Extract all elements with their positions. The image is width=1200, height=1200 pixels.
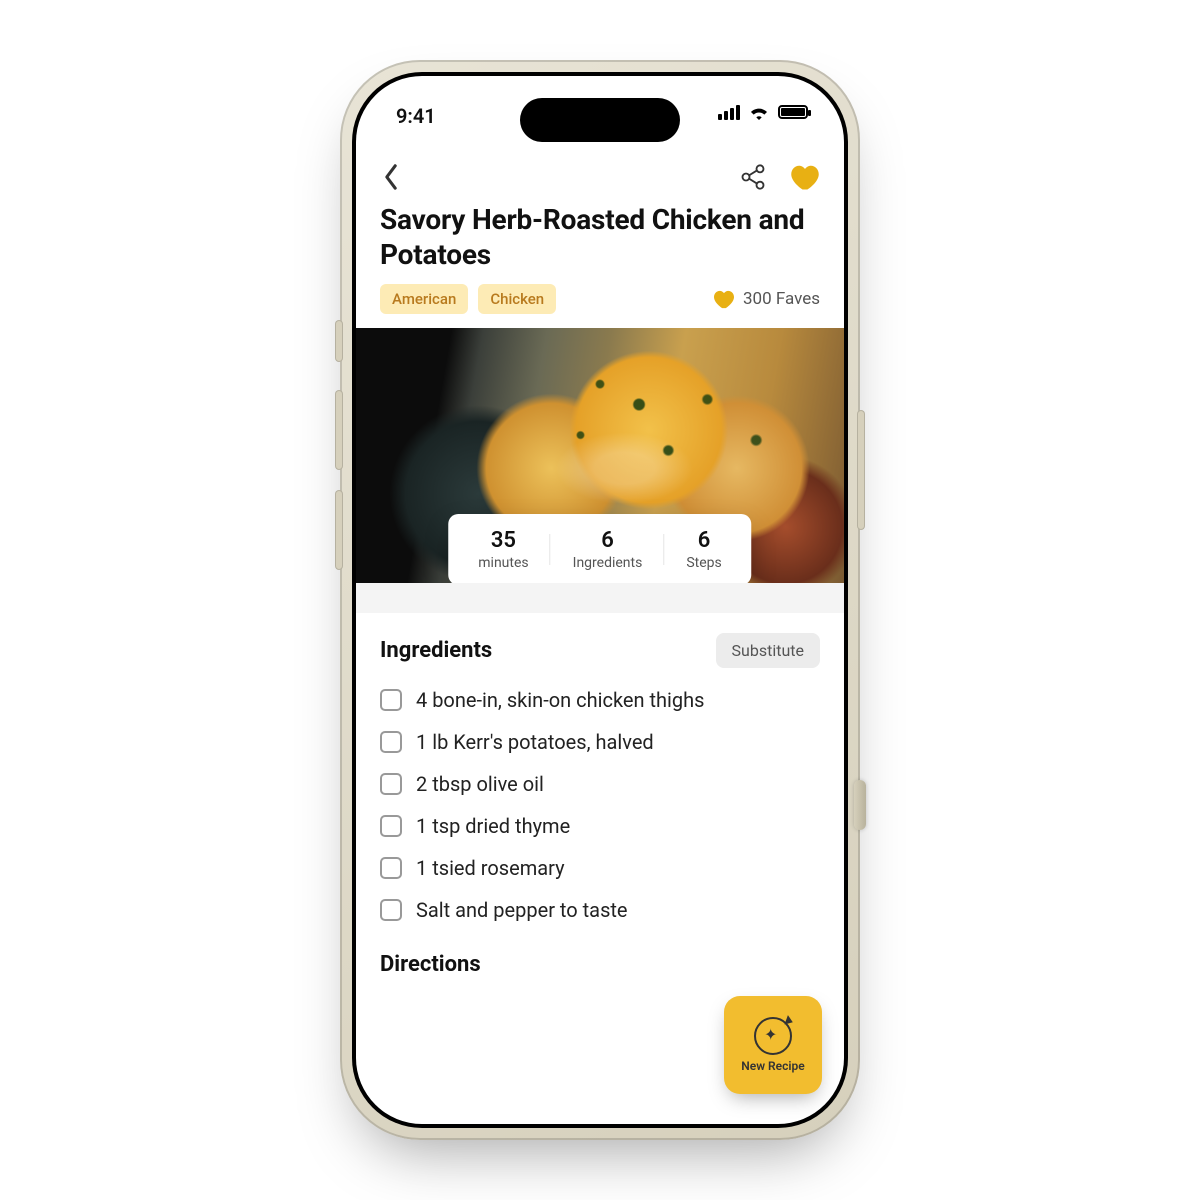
top-bar [356, 148, 844, 202]
tag-cuisine[interactable]: American [380, 284, 468, 314]
refresh-sparkle-icon: ✦ [754, 1017, 792, 1055]
phone-power-button [857, 410, 865, 530]
phone-side-bump [854, 780, 866, 830]
ingredient-item[interactable]: 1 tsp dried thyme [380, 814, 820, 838]
stat-minutes-value: 35 [491, 528, 516, 553]
faves-count: 300 Faves [713, 289, 820, 309]
heart-small-icon [713, 289, 735, 309]
faves-label: 300 Faves [743, 289, 820, 309]
share-icon [739, 163, 767, 191]
ingredient-text: 1 lb Kerr's potatoes, halved [416, 730, 654, 754]
ingredient-item[interactable]: 1 lb Kerr's potatoes, halved [380, 730, 820, 754]
checkbox-icon[interactable] [380, 689, 402, 711]
checkbox-icon[interactable] [380, 815, 402, 837]
checkbox-icon[interactable] [380, 899, 402, 921]
checkbox-icon[interactable] [380, 857, 402, 879]
phone-mute-switch [335, 320, 343, 362]
phone-volume-down [335, 490, 343, 570]
recipe-title: Savory Herb-Roasted Chicken and Potatoes [356, 202, 844, 284]
hero-spacer [356, 583, 844, 613]
share-button[interactable] [738, 162, 768, 192]
tag-protein[interactable]: Chicken [478, 284, 556, 314]
ingredient-text: 4 bone-in, skin-on chicken thighs [416, 688, 705, 712]
ingredient-text: 2 tbsp olive oil [416, 772, 544, 796]
status-time: 9:41 [396, 104, 436, 128]
checkbox-icon[interactable] [380, 731, 402, 753]
stat-ingredients-value: 6 [601, 528, 614, 553]
back-button[interactable] [376, 162, 406, 192]
fab-label: New Recipe [741, 1059, 804, 1073]
heart-filled-icon [790, 163, 820, 191]
ingredients-title: Ingredients [380, 638, 492, 663]
battery-icon [778, 105, 808, 119]
ingredient-item[interactable]: 4 bone-in, skin-on chicken thighs [380, 688, 820, 712]
ingredient-item[interactable]: 2 tbsp olive oil [380, 772, 820, 796]
stat-minutes: 35 minutes [456, 526, 550, 573]
cellular-icon [718, 105, 740, 120]
checkbox-icon[interactable] [380, 773, 402, 795]
chevron-left-icon [382, 163, 400, 191]
substitute-button[interactable]: Substitute [716, 633, 820, 668]
dynamic-island [520, 98, 680, 142]
top-actions [738, 162, 820, 192]
directions-title: Directions [356, 926, 844, 977]
ingredient-item[interactable]: 1 tsied rosemary [380, 856, 820, 880]
status-right [718, 104, 808, 120]
wifi-icon [748, 104, 770, 120]
stage: 9:41 [0, 0, 1200, 1200]
phone-volume-up [335, 390, 343, 470]
stat-ingredients: 6 Ingredients [551, 526, 665, 573]
ingredients-header: Ingredients Substitute [380, 633, 820, 668]
stat-steps: 6 Steps [664, 526, 743, 573]
stat-steps-label: Steps [686, 555, 721, 571]
phone-frame: 9:41 [340, 60, 860, 1140]
new-recipe-fab[interactable]: ✦ New Recipe [724, 996, 822, 1094]
ingredients-list: 4 bone-in, skin-on chicken thighs 1 lb K… [380, 684, 820, 922]
ingredient-text: Salt and pepper to taste [416, 898, 628, 922]
stat-ingredients-label: Ingredients [573, 555, 643, 571]
ingredient-text: 1 tsp dried thyme [416, 814, 570, 838]
ingredients-section: Ingredients Substitute 4 bone-in, skin-o… [356, 613, 844, 926]
ingredient-item[interactable]: Salt and pepper to taste [380, 898, 820, 922]
tags: American Chicken [380, 284, 556, 314]
favorite-button[interactable] [790, 162, 820, 192]
stat-card: 35 minutes 6 Ingredients 6 Steps [448, 514, 751, 583]
phone-bezel: 9:41 [352, 72, 848, 1128]
hero-image: 35 minutes 6 Ingredients 6 Steps [356, 328, 844, 583]
meta-row: American Chicken 300 Faves [356, 284, 844, 328]
ingredient-text: 1 tsied rosemary [416, 856, 565, 880]
content-scroll[interactable]: Savory Herb-Roasted Chicken and Potatoes… [356, 148, 844, 1124]
stat-minutes-label: minutes [478, 555, 528, 571]
stat-steps-value: 6 [698, 528, 711, 553]
screen: 9:41 [356, 76, 844, 1124]
